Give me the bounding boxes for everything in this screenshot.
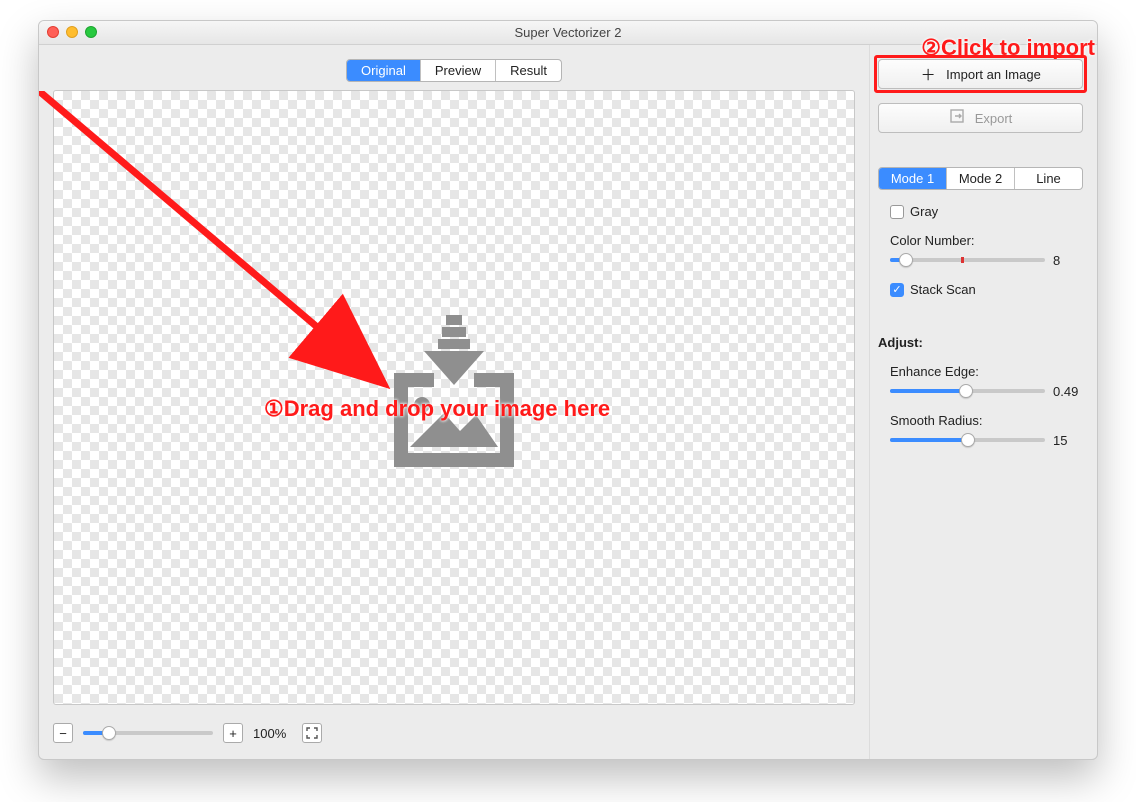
zoom-slider[interactable] <box>83 725 213 741</box>
zoom-in-button[interactable]: + <box>223 723 243 743</box>
close-window-button[interactable] <box>47 26 59 38</box>
image-placeholder-icon <box>364 313 544 483</box>
enhance-edge-slider[interactable] <box>890 383 1045 399</box>
color-number-slider[interactable] <box>890 252 1045 268</box>
line-tab[interactable]: Line <box>1015 168 1082 189</box>
stack-scan-label: Stack Scan <box>910 282 976 297</box>
fit-screen-button[interactable] <box>302 723 322 743</box>
app-window: Super Vectorizer 2 Original Preview Resu… <box>38 20 1098 760</box>
enhance-edge-value: 0.49 <box>1053 384 1083 399</box>
tab-result[interactable]: Result <box>496 60 561 81</box>
maximize-window-button[interactable] <box>85 26 97 38</box>
tab-preview[interactable]: Preview <box>421 60 496 81</box>
fullscreen-icon <box>306 727 318 739</box>
export-icon <box>949 109 965 127</box>
side-panel: ②Click to import ＋ Import an Image Expor… <box>869 45 1097 759</box>
export-button[interactable]: Export <box>878 103 1083 133</box>
gray-checkbox[interactable] <box>890 205 904 219</box>
smooth-radius-value: 15 <box>1053 433 1083 448</box>
color-number-value: 8 <box>1053 253 1083 268</box>
zoom-value: 100% <box>253 726 286 741</box>
smooth-radius-slider[interactable] <box>890 432 1045 448</box>
plus-icon: ＋ <box>920 64 936 85</box>
zoom-out-button[interactable]: − <box>53 723 73 743</box>
enhance-edge-label: Enhance Edge: <box>890 364 1083 379</box>
import-button-label: Import an Image <box>946 67 1041 82</box>
image-drop-canvas[interactable]: ①Drag and drop your image here <box>53 90 855 705</box>
window-controls <box>47 26 97 38</box>
color-number-label: Color Number: <box>890 233 1083 248</box>
smooth-radius-label: Smooth Radius: <box>890 413 1083 428</box>
window-title: Super Vectorizer 2 <box>515 25 622 40</box>
import-image-button[interactable]: ＋ Import an Image <box>878 59 1083 89</box>
mode-tabs: Mode 1 Mode 2 Line <box>878 167 1083 190</box>
minimize-window-button[interactable] <box>66 26 78 38</box>
mode2-tab[interactable]: Mode 2 <box>947 168 1015 189</box>
mode1-tab[interactable]: Mode 1 <box>879 168 947 189</box>
gray-label: Gray <box>910 204 938 219</box>
canvas-panel: Original Preview Result <box>39 45 869 759</box>
tab-original[interactable]: Original <box>347 60 421 81</box>
stack-scan-checkbox[interactable]: ✓ <box>890 283 904 297</box>
window-body: Original Preview Result <box>39 45 1097 759</box>
view-tabs: Original Preview Result <box>346 59 562 82</box>
titlebar: Super Vectorizer 2 <box>39 21 1097 45</box>
adjust-section-title: Adjust: <box>878 335 1083 350</box>
export-button-label: Export <box>975 111 1013 126</box>
zoom-toolbar: − + 100% <box>53 705 855 749</box>
